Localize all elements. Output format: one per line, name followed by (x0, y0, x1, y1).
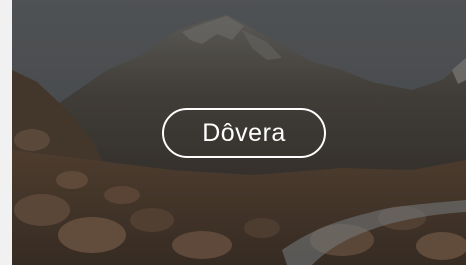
dovera-button[interactable]: Dôvera (162, 108, 326, 158)
hero-card[interactable]: Dôvera (12, 0, 466, 265)
